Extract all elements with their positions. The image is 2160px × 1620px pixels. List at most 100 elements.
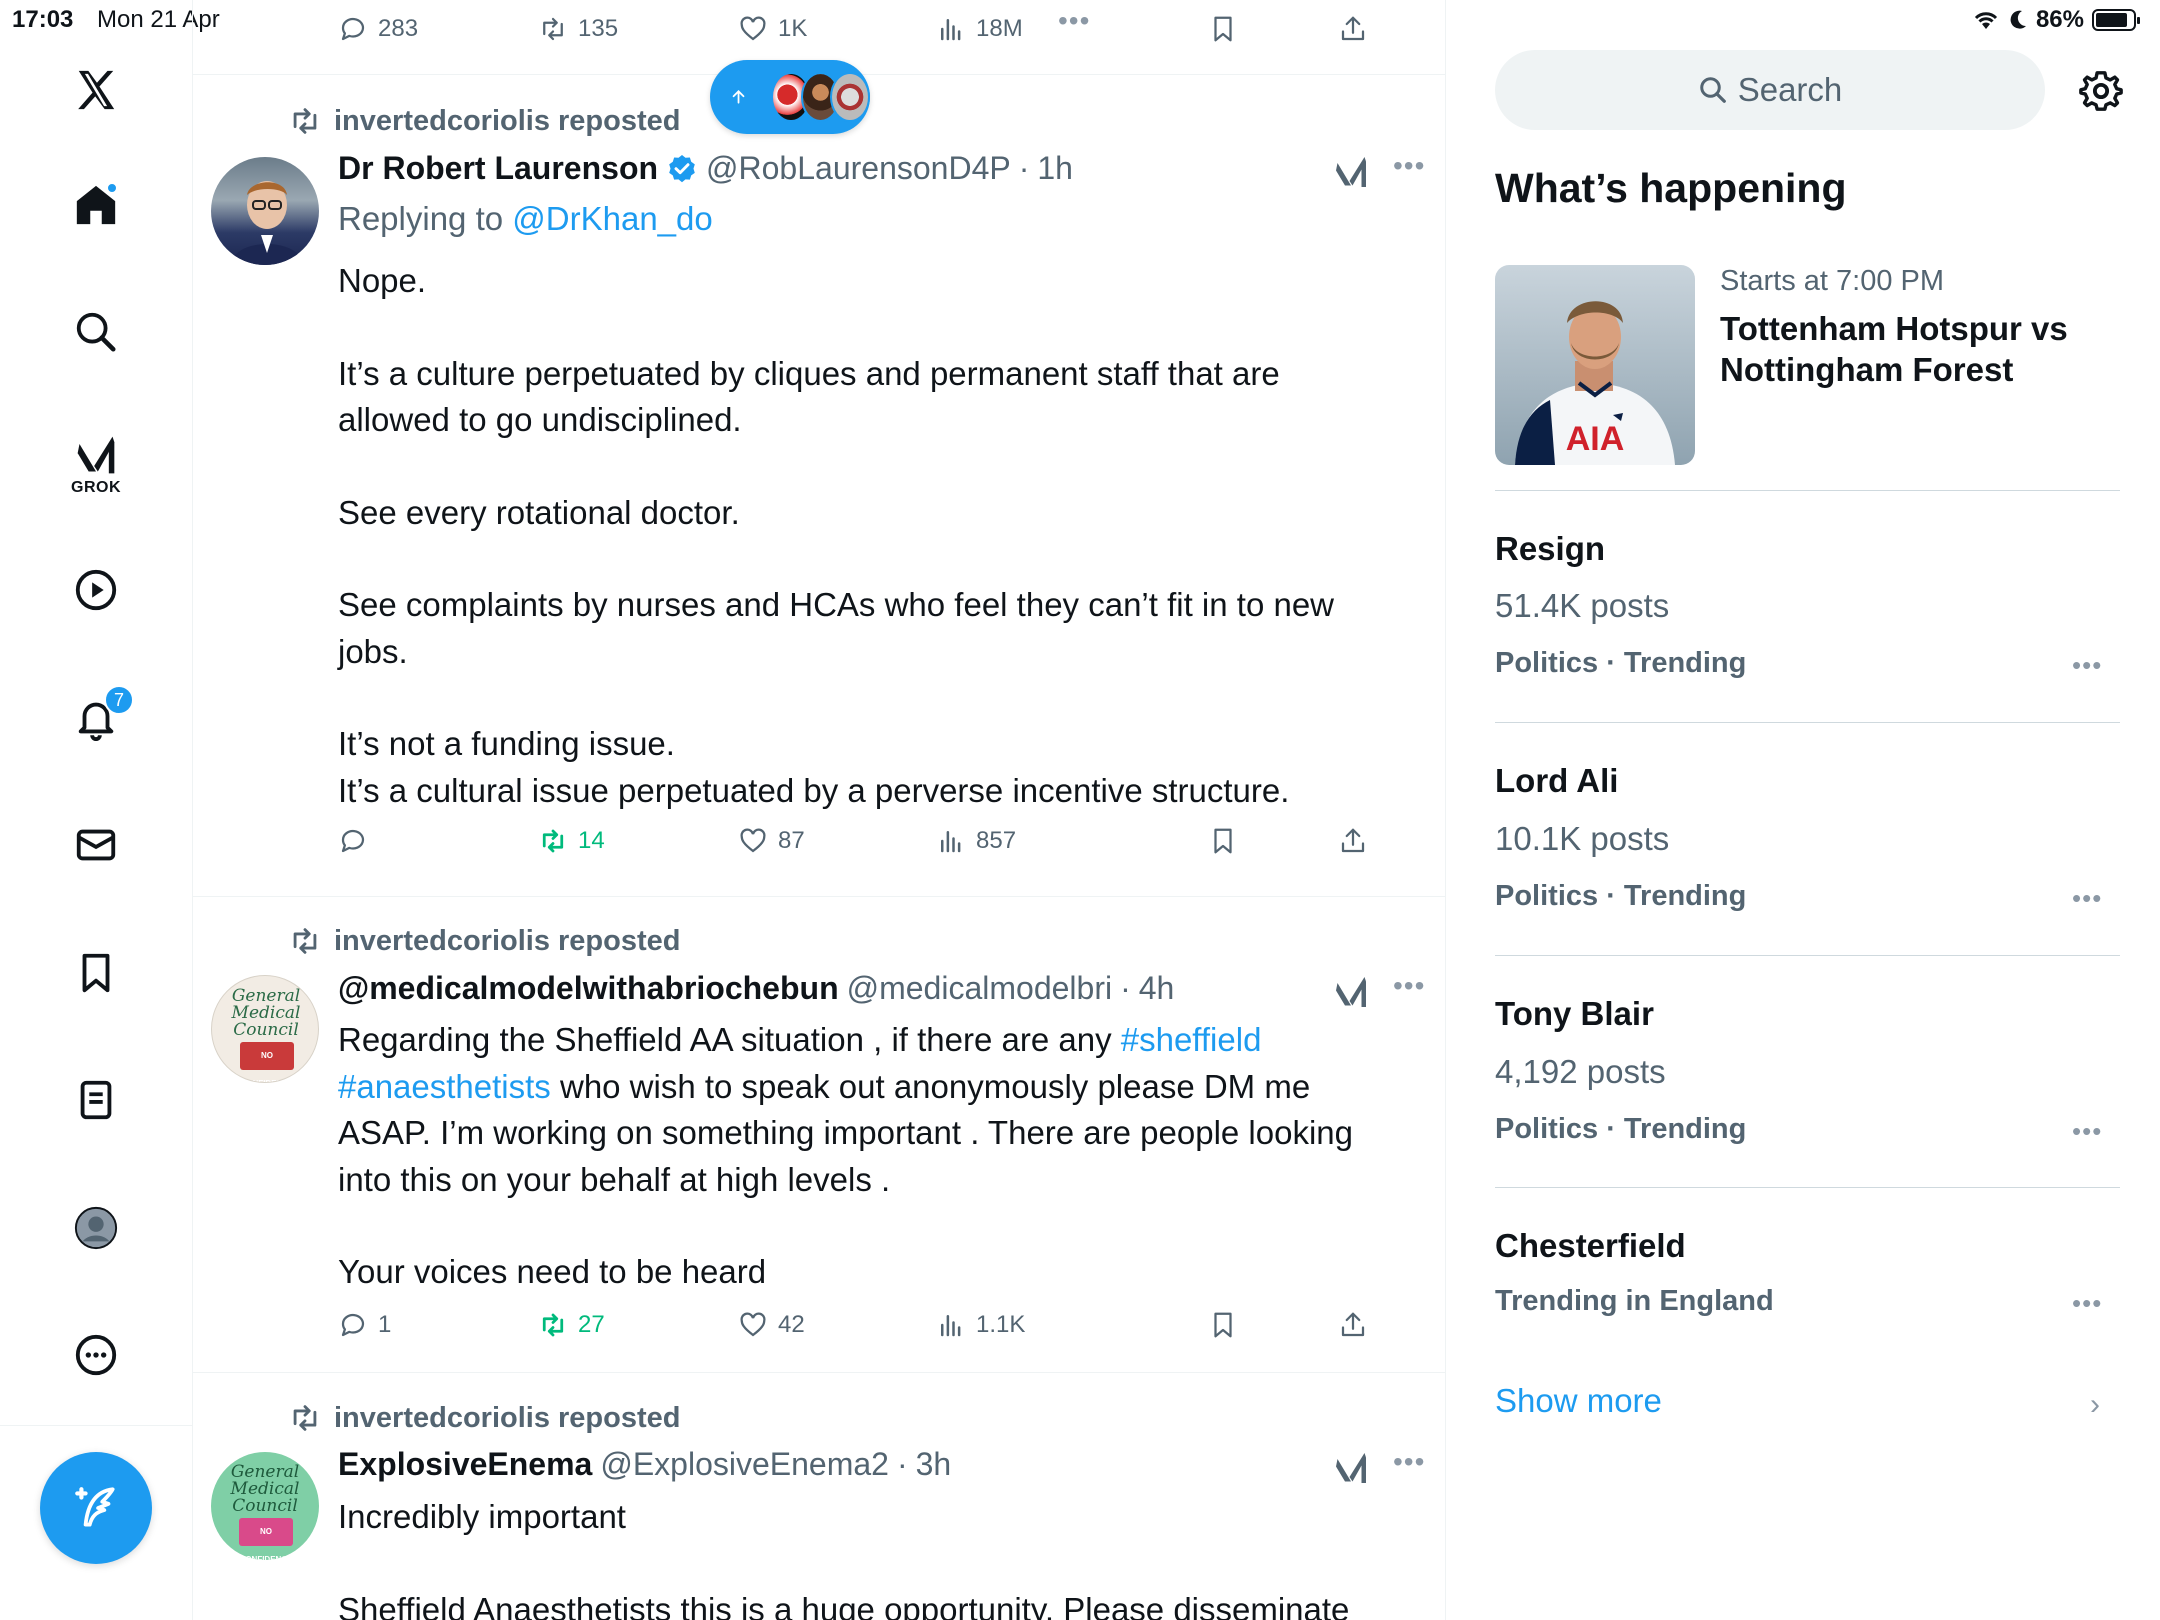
trend-category: Politics · Trending [1495,647,1747,679]
trend-category: Politics · Trending [1495,880,1747,912]
left-nav: GROK 7 [0,0,193,1620]
replying-to-label: Replying to [338,200,504,237]
bookmark-button[interactable] [1208,826,1238,856]
post-time[interactable]: 3h [916,1446,952,1483]
like-button[interactable]: 1K [738,14,807,44]
repost-count: 14 [578,827,605,854]
nav-divider [0,1425,193,1426]
heart-icon [740,1312,766,1337]
views-button[interactable]: 1.1K [936,1310,1025,1340]
trend-more-icon[interactable]: ••• [2072,883,2102,914]
messages-icon[interactable] [46,810,146,880]
moon-icon [2010,10,2026,29]
grok-label: GROK [71,479,121,496]
post-time[interactable]: 4h [1139,970,1175,1007]
grok-nav-item[interactable]: GROK [46,425,146,505]
home-icon[interactable] [46,170,146,240]
bookmark-button[interactable] [1208,1310,1238,1340]
sidebar-divider [1495,722,2120,723]
reply-icon [341,1313,365,1337]
post-line [338,305,1398,351]
author-avatar[interactable] [211,157,319,265]
bookmark-button[interactable] [1208,14,1238,44]
heart-icon [740,16,766,41]
bookmarks-icon[interactable] [46,938,146,1008]
views-count: 857 [976,827,1017,854]
reply-button[interactable]: 283 [338,14,418,44]
author-name[interactable]: @medicalmodelwithabriochebun [338,970,839,1007]
event-title[interactable]: Tottenham Hotspur vs Nottingham Forest [1720,308,2100,390]
compose-button[interactable] [40,1452,152,1564]
search-icon[interactable] [46,297,146,367]
grok-explain-icon[interactable] [1333,974,1369,1010]
repost-button[interactable]: 14 [538,826,605,856]
repost-count: 27 [578,1311,605,1338]
trend-more-icon[interactable]: ••• [2072,650,2102,681]
notifications-badge: 7 [104,685,134,715]
hashtag-link[interactable]: #sheffield [1121,1021,1262,1058]
grok-explain-icon[interactable] [1333,154,1369,190]
event-thumbnail[interactable]: AIA [1495,265,1695,465]
views-button[interactable]: 18M [936,14,1023,44]
views-button[interactable]: 857 [936,826,1016,856]
post-more-icon[interactable]: ••• [1393,970,1425,1002]
new-posts-pill[interactable] [710,60,871,134]
verified-badge-icon [669,154,695,182]
post-header: ExplosiveEnema @ExplosiveEnema2 · 3h [338,1446,951,1483]
post-actions: 14 87 857 [338,826,1365,866]
bookmark-icon [1214,828,1232,854]
repost-button[interactable]: 27 [538,1310,605,1340]
author-name[interactable]: ExplosiveEnema [338,1446,592,1483]
reply-button[interactable] [338,826,378,856]
post-body: Incredibly important Sheffield Anaesthet… [338,1494,1398,1620]
like-button[interactable]: 42 [738,1310,805,1340]
more-options-dots[interactable]: ••• [1058,5,1090,37]
lists-icon[interactable] [46,1065,146,1135]
trend-more-icon[interactable]: ••• [2072,1116,2102,1147]
views-icon [941,1315,961,1337]
grok-explain-icon[interactable] [1333,1450,1369,1486]
post-time[interactable]: 1h [1037,150,1073,187]
profile-avatar[interactable] [46,1193,146,1263]
settings-gear-icon[interactable] [2078,68,2124,114]
post-line: It’s a cultural issue perpetuated by a p… [338,771,1290,809]
chevron-right-icon[interactable]: › [2090,1388,2100,1422]
video-icon[interactable] [46,555,146,625]
new-posts-dot [106,182,118,194]
repost-indicator: invertedcoriolis reposted [288,1401,681,1435]
trend-title: Chesterfield [1495,1227,1686,1264]
post-header: @medicalmodelwithabriochebun @medicalmod… [338,970,1174,1007]
author-handle[interactable]: @RobLaurensonD4P [706,150,1011,187]
author-handle[interactable]: @ExplosiveEnema2 [600,1446,889,1483]
trend-count: 51.4K posts [1495,587,1670,624]
show-more-link[interactable]: Show more [1495,1382,1662,1420]
bookmark-icon [1214,16,1232,42]
share-button[interactable] [1338,826,1368,856]
post-more-icon[interactable]: ••• [1393,1446,1425,1478]
replying-to-handle[interactable]: @DrKhan_do [512,200,712,237]
search-input[interactable]: Search [1495,50,2045,130]
search-icon [1699,77,1726,103]
repost-button[interactable]: 135 [538,14,618,44]
avatar-logo-text: General Medical Council [211,1464,319,1515]
share-button[interactable] [1338,14,1368,44]
dot-separator: · [1018,150,1030,186]
author-avatar[interactable]: General Medical Council NO CONFIDENCE [211,975,319,1083]
share-button[interactable] [1338,1310,1368,1340]
like-button[interactable]: 87 [738,826,805,856]
dot-separator: · [1120,970,1131,1006]
post-line: See every rotational doctor. [338,493,740,531]
notifications-icon[interactable]: 7 [46,683,146,753]
trend-more-icon[interactable]: ••• [2072,1288,2102,1319]
more-options-icon[interactable] [46,1320,146,1390]
trend-title: Lord Ali [1495,762,1619,799]
replying-to: Replying to @DrKhan_do [338,200,713,238]
author-handle[interactable]: @medicalmodelbri [847,970,1112,1007]
post-blank-line [338,1541,1398,1587]
reply-button[interactable]: 1 [338,1310,391,1340]
post-more-icon[interactable]: ••• [1393,150,1425,182]
hashtag-link[interactable]: #anaesthetists [338,1068,551,1105]
author-avatar[interactable]: General Medical Council NO CONFIDENCE [211,1452,319,1560]
x-logo-icon[interactable] [46,55,146,125]
author-name[interactable]: Dr Robert Laurenson [338,150,658,187]
